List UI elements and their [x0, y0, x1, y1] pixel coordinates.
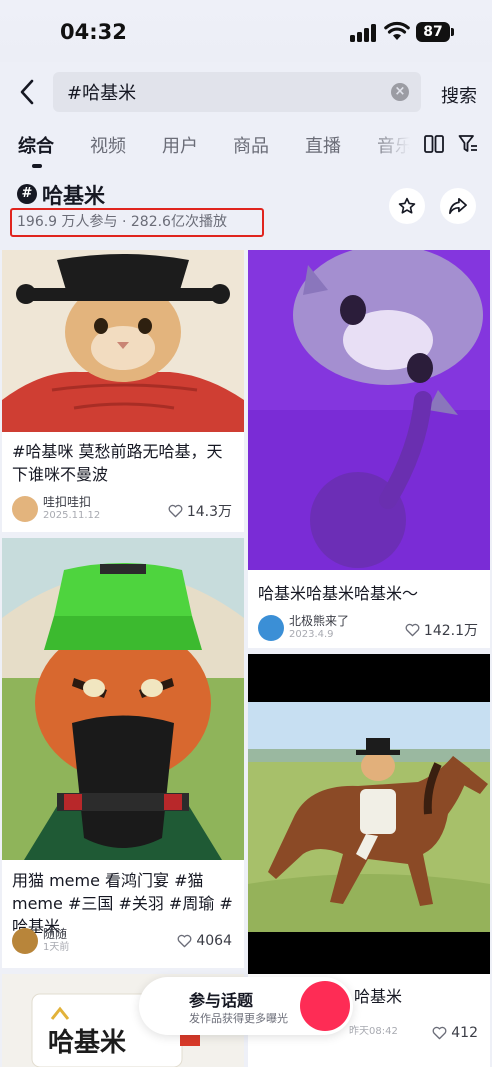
like-count[interactable]: 4064	[177, 933, 232, 949]
cellular-signal-icon	[350, 24, 378, 42]
author[interactable]: 北极熊来了 2023.4.9	[258, 614, 349, 641]
author[interactable]: 昨天08:42	[344, 1025, 398, 1038]
topic-header: # 哈基米 196.9 万人参与 · 282.6亿次播放	[0, 172, 492, 250]
author-name: 哇扣哇扣	[43, 495, 92, 509]
video-thumbnail	[2, 538, 244, 860]
like-count-value: 4064	[196, 933, 232, 949]
video-card[interactable]: #哈基咪 莫愁前路无哈基，天下谁咪不曼波 哇扣哇扣 2025.11.12 14.…	[2, 250, 244, 532]
share-arrow-icon	[449, 197, 467, 215]
search-bar: #哈基米 × 搜索	[0, 62, 492, 122]
avatar	[12, 495, 38, 522]
post-date: 2023.4.9	[289, 629, 334, 640]
heart-icon	[432, 1026, 447, 1040]
share-button[interactable]	[440, 188, 476, 224]
post-date: 2025.11.12	[43, 510, 101, 521]
results-feed: #哈基咪 莫愁前路无哈基，天下谁咪不曼波 哇扣哇扣 2025.11.12 14.…	[0, 250, 492, 1067]
video-title: 哈基米哈基米哈基米～	[258, 584, 419, 603]
video-card[interactable]: 哈基米哈基米哈基米～ 北极熊来了 2023.4.9 142.1万	[248, 250, 490, 648]
like-count-value: 412	[451, 1025, 478, 1041]
video-card[interactable]: 用猫 meme 看鸿门宴 #猫 meme #三国 #关羽 #周瑜 #哈基米 随随…	[2, 538, 244, 968]
avatar	[258, 614, 284, 641]
video-thumbnail	[248, 654, 490, 974]
search-input[interactable]: #哈基米 ×	[53, 72, 421, 112]
search-query-text: #哈基米	[67, 83, 137, 104]
star-icon	[398, 197, 416, 214]
favorite-button[interactable]	[389, 188, 425, 224]
back-arrow-icon[interactable]	[14, 76, 42, 108]
topic-title: 哈基米	[42, 184, 105, 208]
thumbnail-package-label: 哈基米	[48, 1028, 127, 1058]
tab-all[interactable]: 综合	[18, 132, 54, 158]
status-bar: 04:32 87	[0, 0, 492, 62]
wifi-icon	[384, 21, 410, 40]
video-title: #哈基咪 莫愁前路无哈基，天下谁咪不曼波	[12, 442, 223, 484]
tab-scroll-fade	[370, 122, 420, 168]
heart-icon	[168, 504, 183, 518]
heart-icon	[405, 623, 420, 637]
topic-stats: 196.9 万人参与 · 282.6亿次播放	[10, 208, 264, 237]
video-thumbnail	[2, 250, 244, 432]
battery-icon: 87	[416, 22, 454, 42]
like-count[interactable]: 142.1万	[405, 620, 478, 640]
tab-live[interactable]: 直播	[305, 132, 341, 158]
author-name: 随随	[43, 927, 68, 941]
double-column-layout-icon[interactable]	[424, 135, 444, 153]
tab-products[interactable]: 商品	[233, 132, 269, 158]
post-date: 昨天08:42	[349, 1026, 398, 1037]
search-button[interactable]: 搜索	[441, 82, 477, 108]
heart-icon	[177, 934, 192, 948]
join-topic-title: 参与话题	[189, 991, 254, 1010]
record-button-icon[interactable]	[300, 981, 350, 1031]
like-count-value: 142.1万	[423, 623, 478, 639]
hashtag-icon: #	[17, 184, 37, 204]
clear-icon[interactable]: ×	[391, 83, 409, 101]
post-date: 1天前	[43, 942, 70, 953]
author-name: 北极熊来了	[289, 614, 350, 628]
tab-video[interactable]: 视频	[90, 132, 126, 158]
avatar	[12, 927, 38, 954]
active-tab-indicator	[32, 164, 42, 168]
filter-icon[interactable]	[458, 134, 478, 154]
author[interactable]: 随随 1天前	[12, 927, 69, 954]
video-thumbnail	[248, 250, 490, 570]
like-count[interactable]: 14.3万	[168, 501, 232, 521]
join-topic-button[interactable]: 参与话题 发作品获得更多曝光	[139, 977, 353, 1035]
status-time: 04:32	[60, 20, 127, 44]
join-topic-subtitle: 发作品获得更多曝光	[189, 1012, 288, 1025]
tab-users[interactable]: 用户	[162, 132, 198, 158]
author[interactable]: 哇扣哇扣 2025.11.12	[12, 495, 100, 522]
category-tabs: 综合 视频 用户 商品 直播 音乐	[0, 122, 492, 172]
like-count-value: 14.3万	[186, 504, 232, 520]
like-count[interactable]: 412	[432, 1025, 478, 1041]
